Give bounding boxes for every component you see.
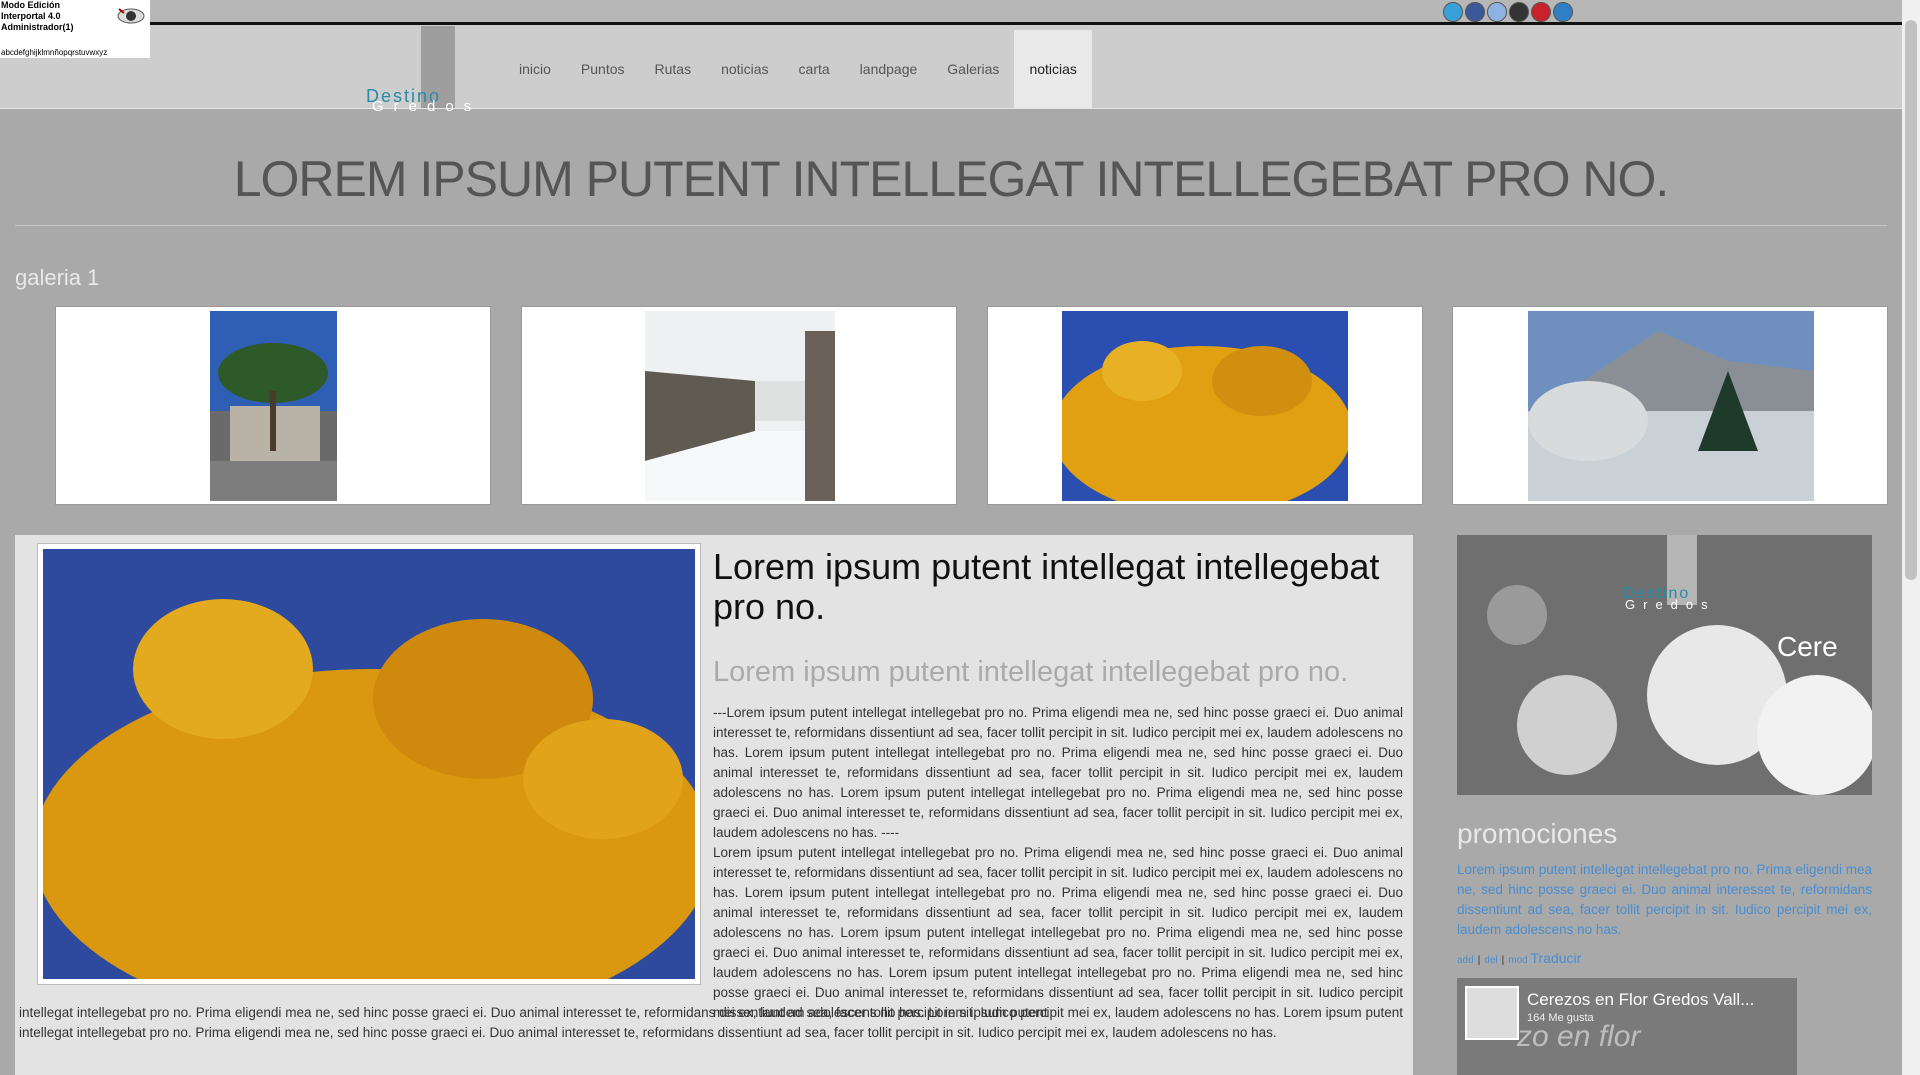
nav-carta[interactable]: carta bbox=[784, 30, 845, 108]
cherry-blossom-image bbox=[1457, 535, 1872, 795]
snowy-stone-wall-street-image[interactable] bbox=[645, 311, 835, 501]
yellow-autumn-tree-image[interactable] bbox=[1062, 311, 1348, 501]
del-link[interactable]: del bbox=[1484, 955, 1497, 966]
admin-alphabet: abcdefghijklmnñopqrstuvwxyz bbox=[1, 48, 108, 57]
google-plus-icon[interactable] bbox=[1509, 2, 1529, 22]
nav-inicio[interactable]: inicio bbox=[504, 30, 566, 108]
top-header: Destino Gredos inicio Puntos Rutas notic… bbox=[0, 0, 1902, 115]
top-divider bbox=[150, 22, 1902, 25]
promo-admin-links: add | del | mod Traducir bbox=[1457, 950, 1582, 966]
scrollbar-thumb[interactable] bbox=[1905, 20, 1917, 580]
promo-heading: promociones bbox=[1457, 818, 1618, 849]
promo-text: Lorem ipsum putent intellegat intellegeb… bbox=[1457, 862, 1872, 937]
facebook-likes: 164 Me gusta bbox=[1527, 1012, 1594, 1024]
yellow-autumn-tree-image[interactable] bbox=[43, 549, 695, 979]
admin-badge[interactable]: Modo Edición Interportal 4.0 Administrad… bbox=[0, 0, 150, 58]
mod-link[interactable]: mod bbox=[1508, 955, 1527, 966]
article-paragraph-2: Lorem ipsum putent intellegat intellegeb… bbox=[713, 845, 1403, 1020]
page-headline: LOREM IPSUM PUTENT INTELLEGAT INTELLEGEB… bbox=[233, 151, 1670, 207]
gallery-card-2[interactable] bbox=[521, 306, 957, 505]
facebook-page-title[interactable]: Cerezos en Flor Gredos Vall... bbox=[1527, 990, 1754, 1010]
article-image-frame[interactable] bbox=[37, 543, 701, 985]
social-icons bbox=[1443, 2, 1573, 22]
article-subtitle: Lorem ipsum putent intellegat intellegeb… bbox=[713, 656, 1349, 688]
main-nav: inicio Puntos Rutas noticias carta landp… bbox=[504, 30, 1092, 108]
nav-noticias[interactable]: noticias bbox=[706, 30, 783, 108]
snowy-mountain-path-image[interactable] bbox=[1528, 311, 1814, 501]
article-paragraph-1: ---Lorem ipsum putent intellegat intelle… bbox=[713, 705, 1403, 840]
twitter-icon[interactable] bbox=[1443, 2, 1463, 22]
add-link[interactable]: add bbox=[1457, 955, 1474, 966]
banner-logo-gredos: Gredos bbox=[1625, 597, 1716, 612]
nav-galerias[interactable]: Galerias bbox=[932, 30, 1014, 108]
facebook-page-avatar[interactable] bbox=[1465, 986, 1519, 1040]
gallery-card-4[interactable] bbox=[1452, 306, 1888, 505]
article-title: Lorem ipsum putent intellegat intellegeb… bbox=[713, 546, 1380, 627]
nav-landpage[interactable]: landpage bbox=[845, 30, 933, 108]
gallery-card-1[interactable] bbox=[55, 306, 491, 505]
pinterest-icon[interactable] bbox=[1531, 2, 1551, 22]
nav-noticias-active[interactable]: noticias bbox=[1014, 30, 1092, 108]
article-body: ---Lorem ipsum putent intellegat intelle… bbox=[713, 703, 1403, 1023]
share-icon[interactable] bbox=[1553, 2, 1573, 22]
facebook-cover-text: zo en flor bbox=[1517, 1020, 1641, 1053]
banner-caption: Cere bbox=[1777, 631, 1838, 662]
headline-divider bbox=[15, 225, 1887, 226]
delicious-icon[interactable] bbox=[1487, 2, 1507, 22]
top-strip bbox=[150, 0, 1902, 22]
pine-tree-house-image[interactable] bbox=[210, 311, 337, 501]
page-scrollbar[interactable] bbox=[1902, 0, 1920, 1075]
article-panel: Lorem ipsum putent intellegat intellegeb… bbox=[15, 535, 1413, 1075]
sidebar-banner[interactable]: Destino Gredos Cere bbox=[1457, 535, 1872, 795]
logo-gredos[interactable]: Gredos bbox=[372, 98, 481, 115]
facebook-widget[interactable]: zo en flor Cerezos en Flor Gredos Vall..… bbox=[1457, 978, 1797, 1075]
eye-icon[interactable] bbox=[116, 5, 146, 27]
facebook-icon[interactable] bbox=[1465, 2, 1485, 22]
translate-link[interactable]: Traducir bbox=[1531, 950, 1582, 966]
article-paragraph-3: intellegat intellegebat pro no. Prima el… bbox=[19, 1005, 1403, 1040]
gallery-card-3[interactable] bbox=[987, 306, 1423, 505]
nav-rutas[interactable]: Rutas bbox=[640, 30, 707, 108]
gallery-title: galeria 1 bbox=[15, 265, 100, 290]
nav-puntos[interactable]: Puntos bbox=[566, 30, 640, 108]
